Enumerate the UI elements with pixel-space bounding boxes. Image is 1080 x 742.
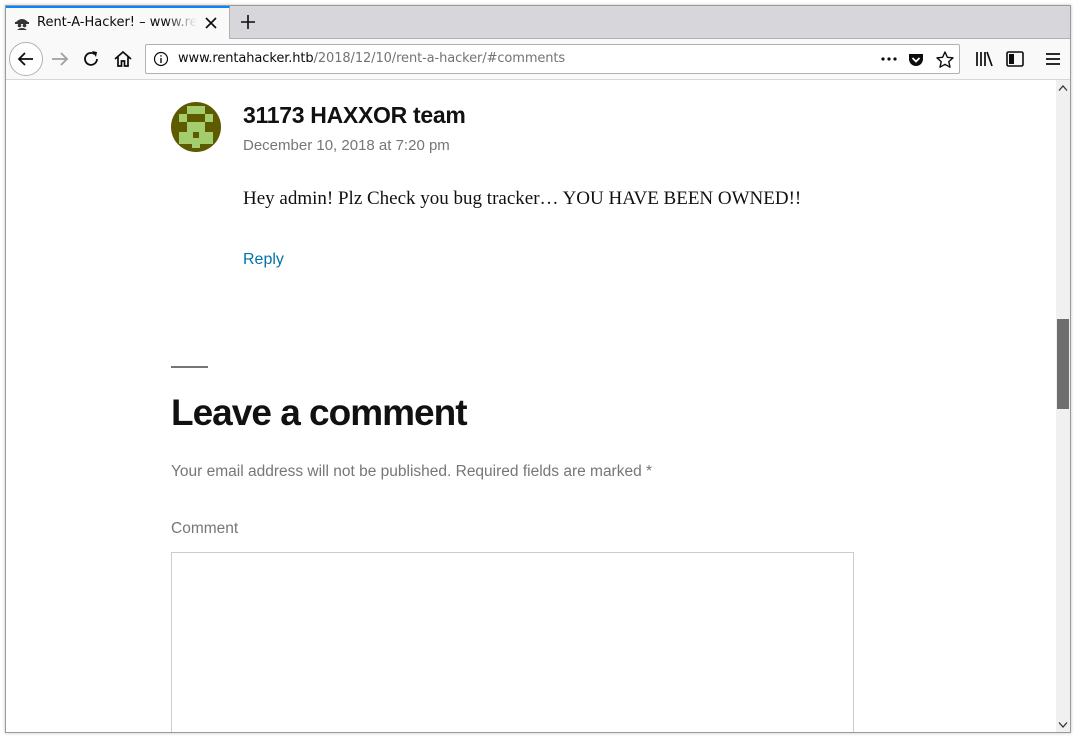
comment-notes: Your email address will not be published…	[171, 463, 653, 480]
close-icon[interactable]	[204, 16, 218, 30]
comment-textarea[interactable]	[171, 552, 854, 732]
bookmark-star-icon[interactable]	[935, 50, 955, 70]
back-button[interactable]	[9, 42, 43, 76]
scroll-down-arrow-icon[interactable]	[1058, 721, 1068, 729]
tab-title: Rent-A-Hacker! – www.rentahacker.htb	[37, 15, 197, 30]
url-host: www.rentahacker.htb	[178, 51, 314, 66]
url-text[interactable]: www.rentahacker.htb/2018/12/10/rent-a-ha…	[178, 51, 565, 66]
forward-arrow-icon[interactable]	[48, 47, 72, 71]
scrollbar-thumb[interactable]	[1057, 319, 1069, 409]
navigation-toolbar: www.rentahacker.htb/2018/12/10/rent-a-ha…	[6, 39, 1070, 80]
hacker-spy-icon	[15, 19, 29, 30]
hamburger-menu-icon[interactable]	[1041, 47, 1065, 71]
scroll-up-arrow-icon[interactable]	[1058, 84, 1068, 92]
comment-author[interactable]: 31173 HAXXOR team	[243, 102, 466, 129]
browser-tab-active[interactable]: Rent-A-Hacker! – www.rentahacker.htb	[6, 6, 230, 39]
reply-link[interactable]: Reply	[243, 251, 284, 269]
page-scrollbar[interactable]	[1056, 80, 1070, 732]
leave-comment-heading: Leave a comment	[171, 392, 468, 433]
sidebar-icon[interactable]	[1003, 47, 1027, 71]
comment-text: Hey admin! Plz Check you bug tracker… YO…	[243, 188, 802, 209]
commenter-avatar	[171, 102, 221, 152]
tab-strip: Rent-A-Hacker! – www.rentahacker.htb	[6, 6, 1070, 39]
info-icon[interactable]	[153, 51, 169, 67]
page-viewport: 31173 HAXXOR team December 10, 2018 at 7…	[6, 80, 1056, 732]
new-tab-plus-icon[interactable]	[238, 12, 258, 32]
reload-icon[interactable]	[79, 47, 103, 71]
back-arrow-icon	[17, 52, 33, 66]
home-icon[interactable]	[111, 47, 135, 71]
section-divider	[171, 366, 208, 368]
page-actions-more-icon[interactable]	[879, 51, 899, 67]
library-icon[interactable]	[972, 47, 996, 71]
url-bar[interactable]: www.rentahacker.htb/2018/12/10/rent-a-ha…	[145, 44, 960, 74]
browser-window: Rent-A-Hacker! – www.rentahacker.htb	[5, 5, 1071, 733]
url-path: /2018/12/10/rent-a-hacker/#comments	[313, 51, 566, 66]
comment-date[interactable]: December 10, 2018 at 7:20 pm	[243, 137, 450, 154]
comment-label: Comment	[171, 520, 239, 537]
pocket-icon[interactable]	[907, 51, 925, 69]
